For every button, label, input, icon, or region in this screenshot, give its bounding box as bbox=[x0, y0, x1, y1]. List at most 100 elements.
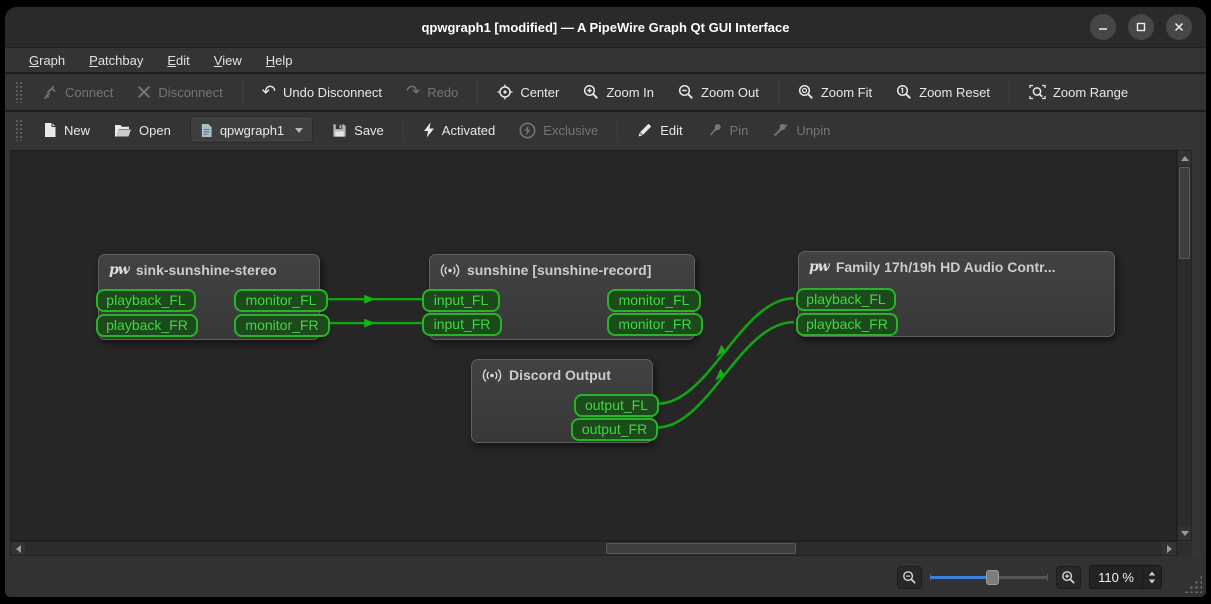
patchbay-file-combobox[interactable]: qpwgraph1 bbox=[189, 117, 314, 143]
undo-icon: ↶ bbox=[261, 82, 276, 101]
activated-button[interactable]: Activated bbox=[412, 116, 506, 144]
stream-icon bbox=[440, 263, 460, 277]
connect-icon bbox=[44, 85, 56, 99]
patchbay-file-icon bbox=[201, 123, 212, 137]
menu-help[interactable]: Help bbox=[256, 51, 303, 70]
port-output[interactable]: monitor_FR bbox=[607, 313, 703, 336]
scroll-right-button[interactable] bbox=[1162, 542, 1176, 555]
zoom-spinbox[interactable]: 110 % bbox=[1089, 565, 1162, 589]
menu-patchbay[interactable]: Patchbay bbox=[79, 51, 153, 70]
graph-toolbar: Connect Disconnect ↶ Undo Disconnect ↷ R… bbox=[5, 74, 1206, 110]
port-output[interactable]: monitor_FL bbox=[234, 289, 328, 312]
open-button[interactable]: Open bbox=[103, 117, 182, 144]
zoom-out-button[interactable]: Zoom Out bbox=[667, 78, 770, 106]
port-input[interactable]: playback_FL bbox=[796, 288, 896, 311]
pin-button[interactable]: Pin bbox=[696, 116, 760, 144]
zoom-out-button-status[interactable] bbox=[897, 565, 923, 589]
menu-view[interactable]: View bbox=[204, 51, 252, 70]
wire-arrow-icon bbox=[364, 294, 376, 304]
wire-arrow-icon bbox=[715, 368, 725, 381]
horizontal-scroll-thumb[interactable] bbox=[606, 543, 796, 554]
exclusive-bolt-icon bbox=[519, 122, 536, 138]
slider-handle[interactable] bbox=[986, 570, 1000, 585]
triangle-left-icon bbox=[15, 544, 21, 553]
redo-button[interactable]: ↷ Redo bbox=[395, 79, 469, 106]
port-output[interactable]: output_FL bbox=[574, 394, 659, 417]
toolbar-separator bbox=[241, 80, 243, 104]
disconnect-icon bbox=[138, 86, 151, 98]
zoom-in-button-status[interactable] bbox=[1056, 565, 1082, 589]
toolbar-separator bbox=[402, 118, 404, 142]
zoom-fit-icon bbox=[798, 84, 813, 99]
minimize-button[interactable] bbox=[1090, 14, 1116, 40]
open-folder-icon bbox=[115, 124, 132, 136]
toolbar-separator bbox=[617, 118, 619, 142]
menu-graph[interactable]: Graph bbox=[19, 51, 75, 70]
zoom-fit-button[interactable]: Zoom Fit bbox=[787, 78, 883, 106]
window-resize-grip[interactable] bbox=[1184, 575, 1202, 593]
zoom-in-button[interactable]: Zoom In bbox=[572, 78, 665, 106]
triangle-right-icon bbox=[1166, 544, 1172, 553]
port-output[interactable]: monitor_FR bbox=[234, 314, 330, 337]
connect-button[interactable]: Connect bbox=[32, 79, 124, 106]
port-input[interactable]: input_FR bbox=[422, 313, 502, 336]
close-button[interactable] bbox=[1166, 14, 1192, 40]
maximize-icon bbox=[1136, 22, 1146, 32]
port-input[interactable]: input_FL bbox=[422, 289, 500, 312]
triangle-down-icon bbox=[1180, 530, 1189, 536]
unpin-button[interactable]: Unpin bbox=[761, 116, 841, 144]
scrollbar-corner bbox=[1177, 541, 1192, 557]
toolbar-separator bbox=[777, 80, 779, 104]
minimize-icon bbox=[1099, 28, 1107, 30]
zoom-range-icon bbox=[1029, 84, 1046, 100]
port-input[interactable]: playback_FR bbox=[796, 313, 898, 336]
spin-up-icon bbox=[1148, 571, 1156, 575]
chevron-down-icon bbox=[295, 127, 304, 133]
center-icon bbox=[497, 84, 513, 100]
zoom-slider[interactable] bbox=[930, 567, 1049, 587]
scroll-down-button[interactable] bbox=[1178, 526, 1191, 540]
maximize-button[interactable] bbox=[1128, 14, 1154, 40]
canvas-area: pw sink-sunshine-stereo playback_FL play… bbox=[10, 150, 1192, 557]
port-output[interactable]: output_FR bbox=[571, 418, 658, 441]
save-button[interactable]: Save bbox=[321, 117, 395, 144]
port-input[interactable]: playback_FL bbox=[96, 289, 196, 312]
unpin-icon bbox=[773, 123, 788, 137]
slider-fill bbox=[930, 576, 993, 579]
spinbox-arrows[interactable] bbox=[1142, 566, 1161, 588]
vertical-scrollbar[interactable] bbox=[1177, 150, 1192, 541]
pin-icon bbox=[709, 124, 721, 136]
node-title: Discord Output bbox=[472, 360, 652, 383]
zoom-reset-icon bbox=[897, 84, 912, 99]
zoom-range-button[interactable]: Zoom Range bbox=[1018, 78, 1139, 106]
node-title: pw sink-sunshine-stereo bbox=[109, 262, 277, 278]
undo-button[interactable]: ↶ Undo Disconnect bbox=[251, 79, 393, 106]
menu-bar: Graph Patchbay Edit View Help bbox=[5, 48, 1206, 72]
port-input[interactable]: playback_FR bbox=[96, 314, 198, 337]
exclusive-button[interactable]: Exclusive bbox=[508, 116, 609, 145]
menu-edit[interactable]: Edit bbox=[157, 51, 199, 70]
zoom-out-icon bbox=[678, 84, 693, 99]
scroll-left-button[interactable] bbox=[11, 542, 25, 555]
horizontal-scrollbar[interactable] bbox=[10, 541, 1177, 556]
title-bar[interactable]: qpwgraph1 [modified] — A PipeWire Graph … bbox=[5, 7, 1206, 48]
scroll-up-button[interactable] bbox=[1178, 151, 1191, 165]
window-title: qpwgraph1 [modified] — A PipeWire Graph … bbox=[421, 19, 790, 35]
connections-layer bbox=[328, 294, 794, 429]
zoom-value[interactable]: 110 % bbox=[1090, 570, 1142, 585]
app-window: qpwgraph1 [modified] — A PipeWire Graph … bbox=[5, 7, 1206, 597]
combobox-value: qpwgraph1 bbox=[219, 122, 285, 138]
toolbar-drag-handle[interactable] bbox=[15, 119, 22, 141]
zoom-reset-button[interactable]: Zoom Reset bbox=[885, 78, 1001, 106]
disconnect-button[interactable]: Disconnect bbox=[126, 79, 233, 106]
toolbar-separator bbox=[477, 80, 479, 104]
center-button[interactable]: Center bbox=[486, 78, 570, 106]
patchbay-toolbar: New Open qpwgraph1 Save Activated Exclus… bbox=[5, 112, 1206, 148]
toolbar-drag-handle[interactable] bbox=[15, 81, 22, 103]
window-controls bbox=[1090, 14, 1192, 40]
edit-button[interactable]: Edit bbox=[626, 116, 693, 144]
graph-canvas[interactable]: pw sink-sunshine-stereo playback_FL play… bbox=[10, 150, 1177, 541]
new-button[interactable]: New bbox=[32, 116, 101, 144]
port-output[interactable]: monitor_FL bbox=[607, 289, 701, 312]
vertical-scroll-thumb[interactable] bbox=[1179, 167, 1190, 259]
